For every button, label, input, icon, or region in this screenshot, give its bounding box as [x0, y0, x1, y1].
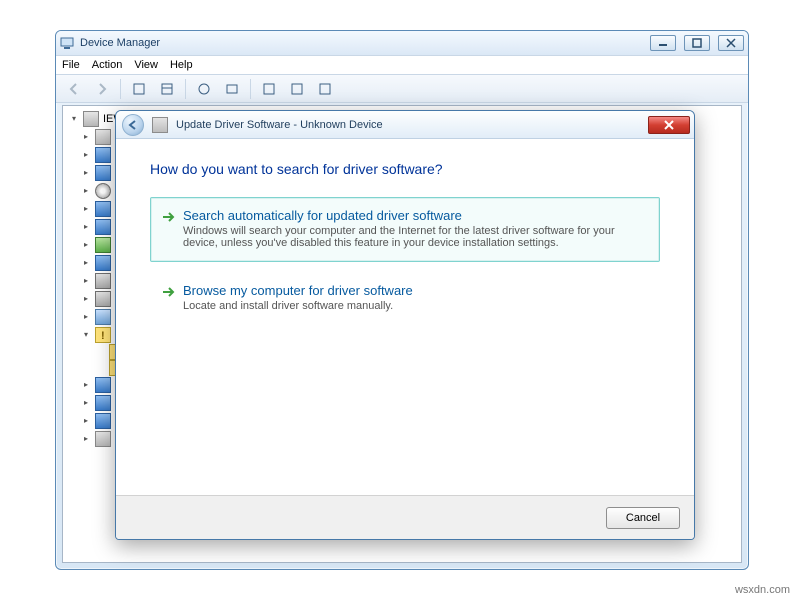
device-manager-toolbar [56, 75, 748, 103]
toolbar-button[interactable] [220, 78, 244, 100]
expand-icon[interactable]: ▸ [81, 434, 91, 444]
device-icon [95, 129, 111, 145]
dialog-back-button[interactable] [122, 114, 144, 136]
toolbar-back-button[interactable] [62, 78, 86, 100]
option-browse-computer[interactable]: Browse my computer for driver software L… [150, 272, 660, 325]
option-description: Locate and install driver software manua… [183, 300, 643, 312]
expand-icon[interactable]: ▸ [81, 416, 91, 426]
expand-icon[interactable]: ▸ [81, 380, 91, 390]
expand-icon[interactable]: ▸ [81, 240, 91, 250]
toolbar-button[interactable] [155, 78, 179, 100]
expand-icon[interactable]: ▸ [81, 222, 91, 232]
toolbar-button[interactable] [127, 78, 151, 100]
toolbar-separator [185, 79, 186, 99]
watermark: wsxdn.com [735, 584, 790, 596]
maximize-button[interactable] [684, 35, 710, 51]
minimize-button[interactable] [650, 35, 676, 51]
expand-icon[interactable]: ▸ [81, 258, 91, 268]
expand-icon[interactable]: ▸ [81, 276, 91, 286]
device-manager-title: Device Manager [80, 37, 642, 49]
device-icon [95, 219, 111, 235]
device-icon [95, 147, 111, 163]
expand-icon[interactable]: ▸ [81, 398, 91, 408]
dialog-body: How do you want to search for driver sof… [116, 139, 694, 351]
dialog-footer: Cancel [116, 495, 694, 539]
menu-help[interactable]: Help [170, 59, 193, 71]
option-search-automatically[interactable]: Search automatically for updated driver … [150, 197, 660, 262]
toolbar-button[interactable] [285, 78, 309, 100]
update-driver-dialog: Update Driver Software - Unknown Device … [115, 110, 695, 540]
expand-icon[interactable]: ▸ [81, 294, 91, 304]
dialog-titlebar: Update Driver Software - Unknown Device [116, 111, 694, 139]
menu-view[interactable]: View [134, 59, 158, 71]
dialog-heading: How do you want to search for driver sof… [150, 161, 660, 177]
device-manager-menubar: File Action View Help [56, 55, 748, 75]
device-icon [95, 413, 111, 429]
device-icon [95, 201, 111, 217]
arrow-icon [161, 285, 175, 299]
device-icon [95, 309, 111, 325]
expand-icon[interactable]: ▸ [81, 132, 91, 142]
toolbar-button[interactable] [257, 78, 281, 100]
device-icon [95, 165, 111, 181]
expand-icon[interactable]: ▸ [81, 168, 91, 178]
device-icon [95, 255, 111, 271]
option-description: Windows will search your computer and th… [183, 225, 643, 249]
dialog-title-icon [152, 117, 168, 133]
option-title: Browse my computer for driver software [183, 283, 647, 298]
device-icon [95, 431, 111, 447]
device-manager-titlebar: Device Manager [56, 31, 748, 55]
toolbar-separator [120, 79, 121, 99]
expand-icon[interactable]: ▾ [81, 330, 91, 340]
toolbar-button[interactable] [313, 78, 337, 100]
menu-file[interactable]: File [62, 59, 80, 71]
dialog-title: Update Driver Software - Unknown Device [176, 119, 383, 131]
device-manager-icon [60, 36, 74, 50]
toolbar-button[interactable] [192, 78, 216, 100]
device-icon [95, 183, 111, 199]
dialog-close-button[interactable] [648, 116, 690, 134]
option-title: Search automatically for updated driver … [183, 208, 647, 223]
toolbar-separator [250, 79, 251, 99]
device-icon [95, 291, 111, 307]
toolbar-forward-button[interactable] [90, 78, 114, 100]
computer-icon [83, 111, 99, 127]
expand-icon [95, 363, 105, 373]
device-icon [95, 273, 111, 289]
expand-icon [95, 347, 105, 357]
cancel-button[interactable]: Cancel [606, 507, 680, 529]
expand-icon[interactable]: ▸ [81, 186, 91, 196]
expand-icon[interactable]: ▸ [81, 204, 91, 214]
device-icon [95, 377, 111, 393]
device-icon [95, 327, 111, 343]
device-icon [95, 395, 111, 411]
expand-icon[interactable]: ▸ [81, 312, 91, 322]
arrow-icon [161, 210, 175, 224]
expand-icon[interactable]: ▾ [69, 114, 79, 124]
device-icon [95, 237, 111, 253]
menu-action[interactable]: Action [92, 59, 123, 71]
expand-icon[interactable]: ▸ [81, 150, 91, 160]
close-button[interactable] [718, 35, 744, 51]
